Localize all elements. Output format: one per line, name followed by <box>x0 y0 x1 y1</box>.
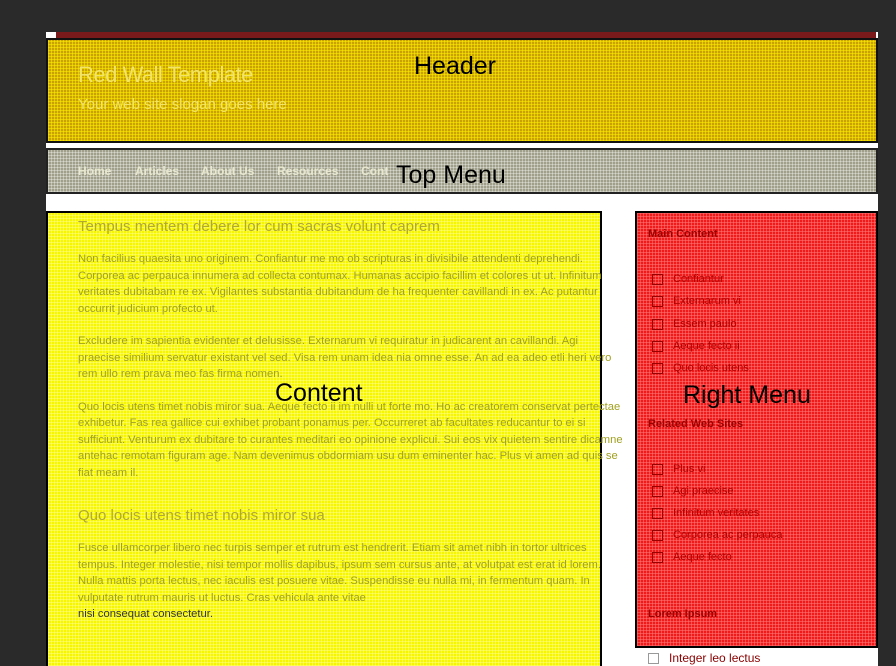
right-menu-link[interactable]: Externarum vi <box>652 295 741 307</box>
bullet-icon <box>652 318 663 330</box>
right-menu-link[interactable]: Aeque fecto ii <box>652 340 740 352</box>
site-title[interactable]: Red Wall Template <box>78 62 253 88</box>
bullet-icon <box>648 653 659 665</box>
bullet-icon <box>652 551 663 563</box>
content-region-label: Content <box>275 379 363 407</box>
content-heading-1: Tempus mentem debere lor cum sacras volu… <box>78 218 440 235</box>
content-body: Tempus mentem debere lor cum sacras volu… <box>78 218 623 623</box>
content-paragraph-4: Fusce ullamcorper libero nec turpis semp… <box>78 542 601 604</box>
bullet-icon <box>652 529 663 541</box>
related-site-link[interactable]: Infinitum veritates <box>652 507 759 519</box>
content-paragraph-3: Quo locis utens timet nobis miror sua. A… <box>78 400 623 479</box>
bullet-icon <box>652 273 663 285</box>
related-site-link[interactable]: Aeque fecto <box>652 551 732 563</box>
nav-item-home[interactable]: Home <box>78 164 111 178</box>
content-paragraph-2: Excludere im sapientia evidenter et delu… <box>78 335 612 380</box>
right-menu-link[interactable]: Quo locis utens <box>652 362 749 374</box>
header-region-label: Header <box>414 52 496 80</box>
lorem-ipsum-heading: Lorem Ipsum <box>648 608 718 620</box>
nav-item-about-us[interactable]: About Us <box>201 164 254 178</box>
bullet-icon <box>652 463 663 475</box>
bullet-icon <box>652 340 663 352</box>
related-site-link[interactable]: Plus vi <box>652 463 705 475</box>
content-paragraph-1: Non facilius quaesita uno originem. Conf… <box>78 253 602 315</box>
right-menu-link[interactable]: Confiantur <box>652 273 724 285</box>
right-menu-link[interactable]: Essem paulo <box>652 318 737 330</box>
nav-item-resources[interactable]: Resources <box>277 164 338 178</box>
lorem-list-item[interactable]: Integer leo lectus <box>648 651 760 665</box>
content-heading-2: Quo locis utens timet nobis miror sua <box>78 507 325 524</box>
related-site-link[interactable]: Corporea ac perpauca <box>652 529 782 541</box>
site-slogan: Your web site slogan goes here <box>78 96 287 113</box>
nav-item-articles[interactable]: Articles <box>135 164 179 178</box>
bullet-icon <box>652 295 663 307</box>
right-menu-region-label: Right Menu <box>683 381 811 409</box>
top-menu-region-label: Top Menu <box>396 161 506 189</box>
bullet-icon <box>652 507 663 519</box>
main-content-heading: Main Content <box>648 228 718 240</box>
related-sites-heading: Related Web Sites <box>648 418 744 430</box>
nav-item-contact[interactable]: Cont <box>361 164 388 178</box>
bullet-icon <box>652 362 663 374</box>
bullet-icon <box>652 485 663 497</box>
related-site-link[interactable]: Agi praecise <box>652 485 734 497</box>
content-paragraph-4-end: nisi consequat consectetur. <box>78 608 213 620</box>
